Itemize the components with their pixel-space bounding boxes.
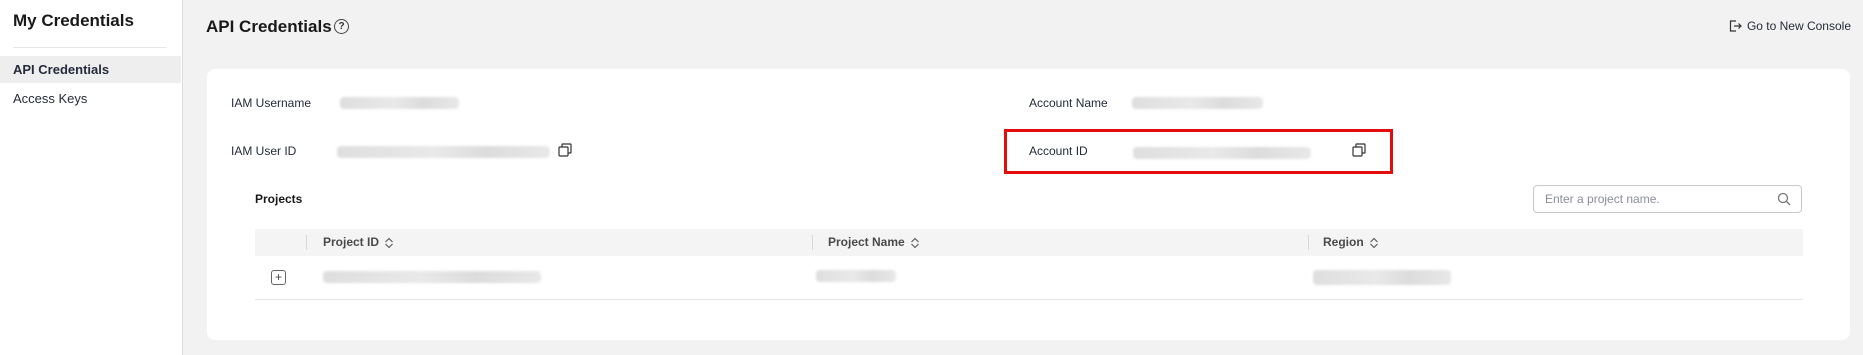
project-search-box (1533, 185, 1802, 213)
copy-icon[interactable] (557, 142, 573, 158)
sidebar-divider (13, 47, 166, 48)
column-header-label: Region (1323, 235, 1364, 249)
account-id-highlight-box (1004, 129, 1393, 174)
account-name-value-redacted (1132, 97, 1263, 109)
iam-user-id-label: IAM User ID (231, 144, 297, 158)
go-to-new-console-link[interactable]: Go to New Console (1728, 19, 1851, 33)
sidebar-item-access-keys[interactable]: Access Keys (0, 85, 181, 112)
page-title: API Credentials (206, 17, 332, 36)
iam-user-id-value-redacted (337, 146, 550, 158)
sidebar: My Credentials API Credentials Access Ke… (0, 0, 183, 355)
iam-username-value-redacted (340, 97, 459, 109)
sidebar-item-api-credentials[interactable]: API Credentials (0, 56, 181, 83)
column-header-project-id[interactable]: Project ID (323, 229, 394, 256)
logout-arrow-icon (1729, 20, 1742, 32)
sort-icon[interactable] (1369, 237, 1379, 249)
projects-title: Projects (255, 192, 303, 206)
sidebar-title: My Credentials (13, 11, 134, 30)
column-separator (1308, 235, 1309, 250)
sort-icon[interactable] (910, 237, 920, 249)
column-separator (306, 235, 307, 250)
row-expand-button[interactable]: + (271, 270, 286, 285)
column-separator (812, 235, 813, 250)
project-id-value-redacted (323, 271, 541, 283)
column-header-label: Project ID (323, 235, 380, 249)
projects-table-header: Project ID Project Name Region (255, 229, 1803, 256)
region-value-redacted (1313, 270, 1451, 285)
iam-username-label: IAM Username (231, 96, 312, 110)
sort-icon[interactable] (384, 237, 394, 249)
account-name-label: Account Name (1029, 96, 1108, 110)
column-header-region[interactable]: Region (1323, 229, 1379, 256)
column-header-label: Project Name (828, 235, 905, 249)
question-circle-icon[interactable]: ? (334, 19, 349, 34)
project-name-value-redacted (816, 270, 896, 282)
table-row-divider (255, 299, 1803, 300)
search-icon[interactable] (1777, 192, 1791, 206)
go-to-new-console-label: Go to New Console (1746, 19, 1851, 33)
column-header-project-name[interactable]: Project Name (828, 229, 920, 256)
project-search-input[interactable] (1534, 186, 1754, 212)
